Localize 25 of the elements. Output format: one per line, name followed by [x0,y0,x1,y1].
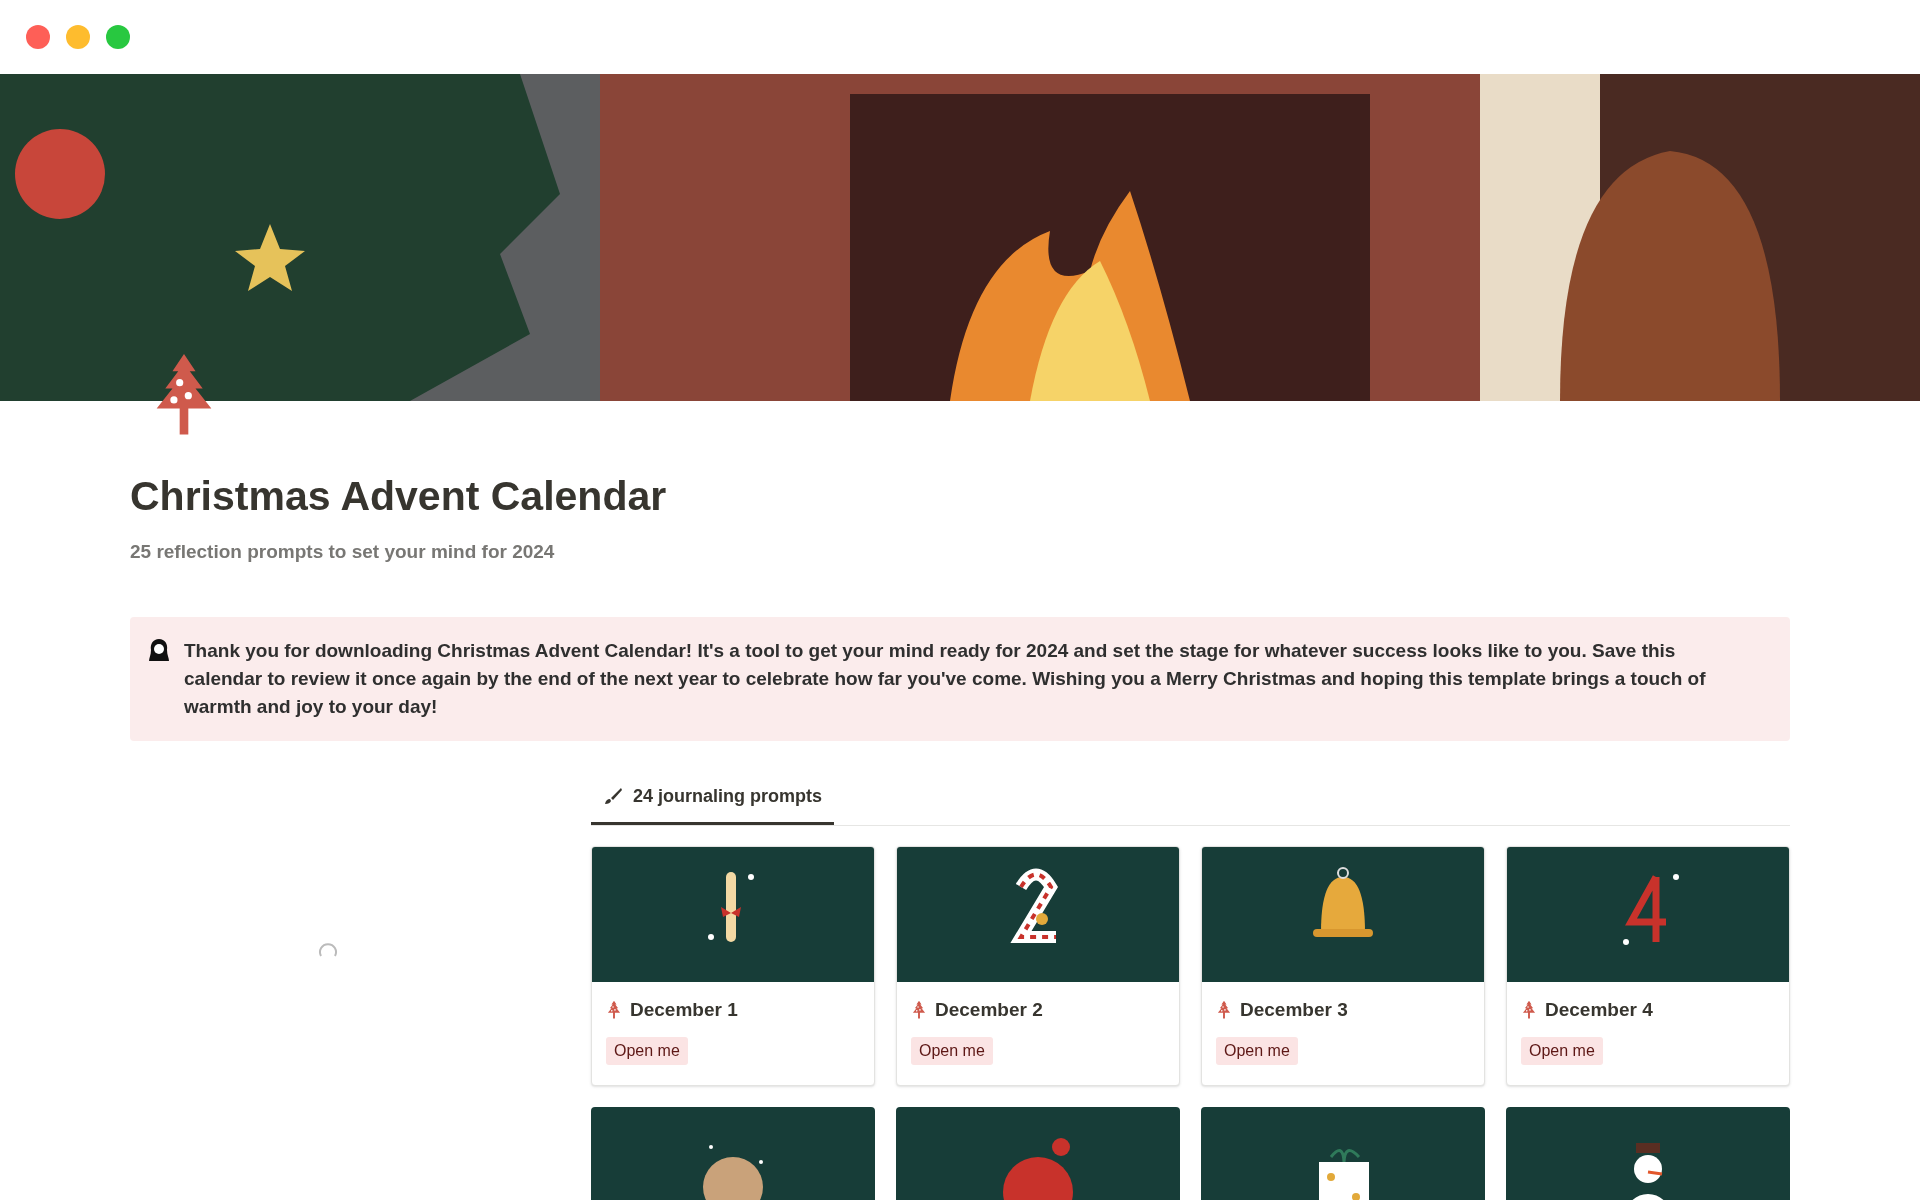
calendar-card[interactable]: December 1 Open me [591,845,875,1087]
tag: Open me [911,1037,993,1066]
minimize-window-icon[interactable] [66,25,90,49]
card-title: December 1 [630,997,738,1022]
callout-text: Thank you for downloading Christmas Advent Calendar! It's a tool to get your mind ready for 2024 and set the stage for whatever success looks like to you. Save this calendar to review it once again by the end of the next year to celebrate how far you've come. Wishing you a Merry Christmas and hoping this template brings a touch of warmth and joy to your day! [184,638,1707,719]
brush-icon [603,786,623,807]
maximize-window-icon[interactable] [106,25,130,49]
tree-icon [1521,1000,1537,1020]
card-title: December 4 [1545,997,1653,1022]
card-title: December 3 [1240,997,1348,1022]
card-title: December 2 [935,997,1043,1022]
person-icon [148,637,170,662]
view-tab[interactable]: 24 journaling prompts [591,778,835,825]
calendar-card[interactable]: December 2 Open me [896,845,1180,1087]
tag: Open me [1521,1037,1603,1066]
tag: Open me [1216,1037,1298,1066]
tag: Open me [606,1037,688,1066]
calendar-card[interactable]: December 3 Open me [1201,845,1485,1087]
page-title: Christmas Advent Calendar [130,472,668,521]
tree-icon [911,1000,927,1020]
page-subtitle: 25 reflection prompts to set your mind for 2024 [130,540,556,565]
tree-icon [606,1000,622,1020]
calendar-card[interactable]: December 4 Open me [1506,845,1790,1087]
tree-icon [1216,1000,1232,1020]
close-window-icon[interactable] [26,25,50,49]
